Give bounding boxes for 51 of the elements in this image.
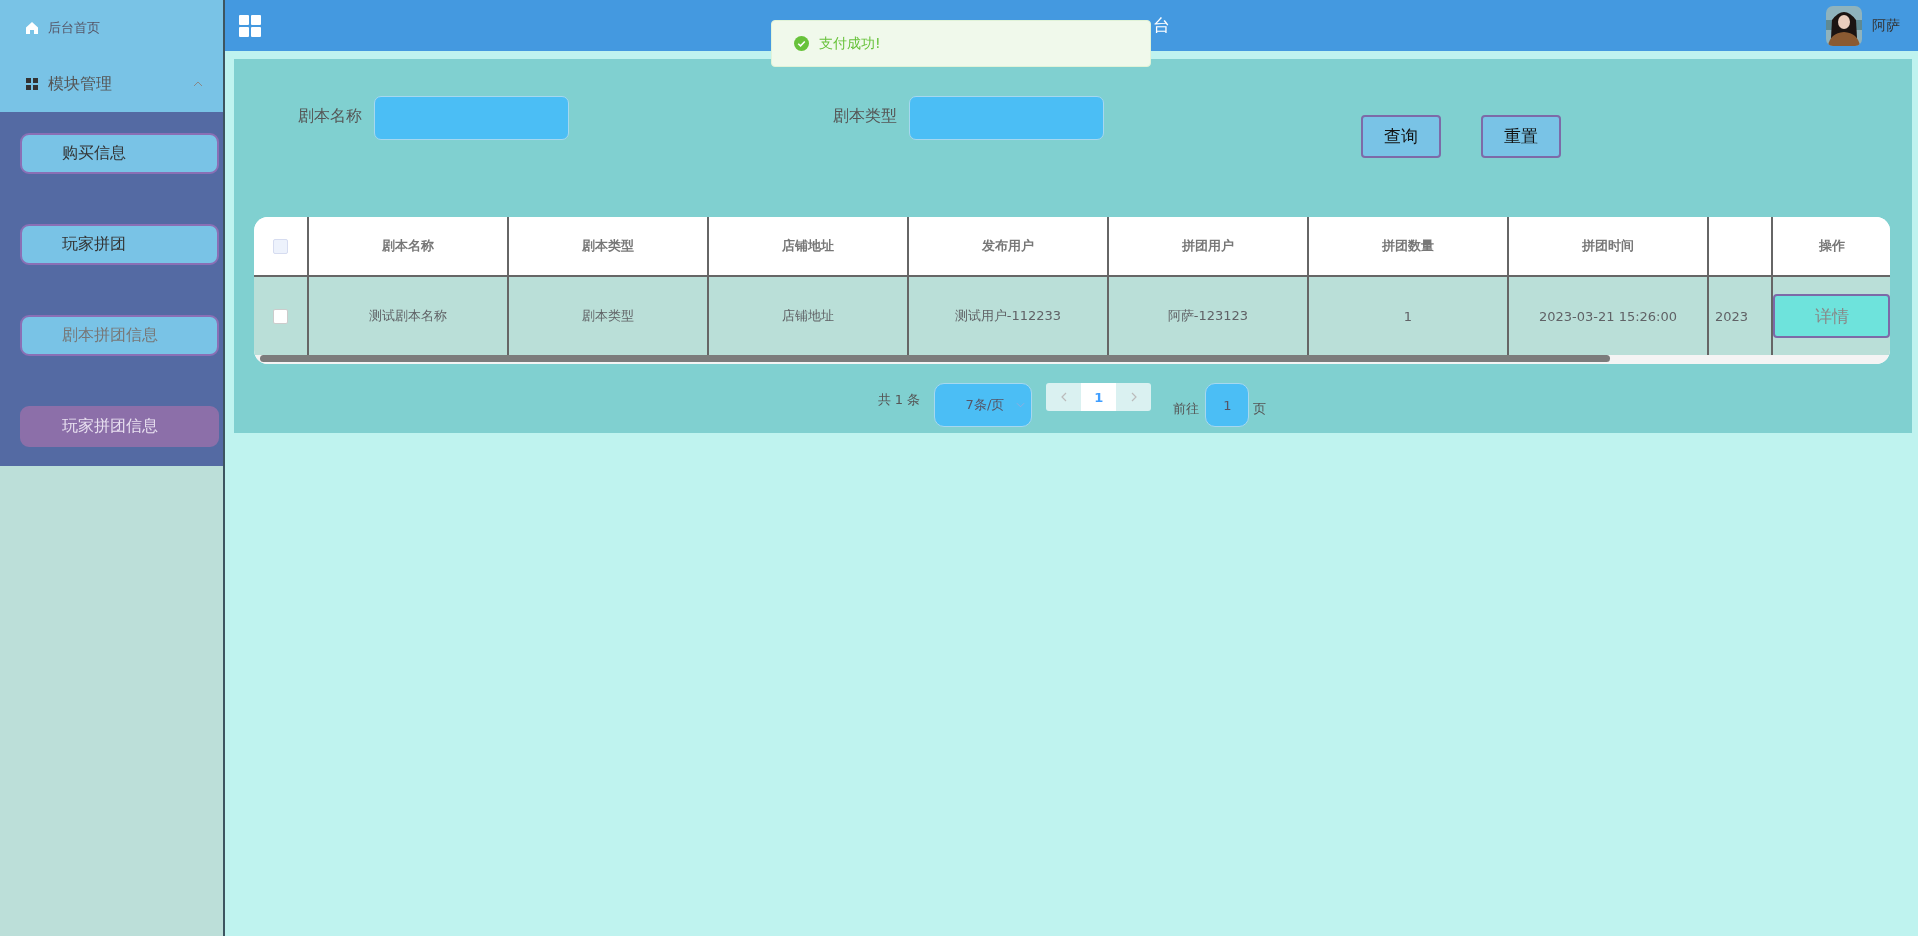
user-name[interactable]: 阿萨: [1872, 16, 1900, 35]
menu-item[interactable]: 购买信息: [20, 133, 219, 174]
table-cell: 店铺地址: [709, 277, 909, 355]
details-button[interactable]: 详情: [1773, 294, 1890, 338]
table-cell: 测试剧本名称: [309, 277, 509, 355]
field-label: 剧本类型: [833, 105, 897, 127]
menu-group-header[interactable]: 模块管理: [0, 56, 223, 112]
home-menu-item[interactable]: 后台首页: [0, 0, 223, 56]
field-label: 剧本名称: [298, 105, 362, 127]
toast-message: 支付成功!: [819, 34, 881, 53]
menu-item[interactable]: 剧本拼团信息: [20, 315, 219, 356]
goto-label: 前往: [1173, 400, 1200, 418]
menu-item[interactable]: 玩家拼团: [20, 224, 219, 265]
success-icon: [794, 36, 809, 51]
checkbox[interactable]: [273, 308, 288, 324]
menu-item[interactable]: 玩家拼团信息: [20, 406, 219, 447]
search-field[interactable]: [374, 96, 569, 140]
column-header[interactable]: 拼团数量: [1309, 217, 1509, 277]
checkbox[interactable]: [273, 238, 288, 254]
table-cell: 2023-03-21 15:26:00: [1509, 277, 1709, 355]
home-icon: [25, 21, 39, 35]
page-input[interactable]: 1: [1205, 383, 1250, 427]
table-cell: 阿萨-123123: [1109, 277, 1309, 355]
page-title: 台: [1153, 14, 1170, 37]
table-cell: 2023: [1715, 308, 1749, 324]
caret-icon: [193, 81, 203, 87]
previous-page-button[interactable]: [1046, 383, 1082, 411]
page-unit: 页: [1253, 400, 1267, 418]
search-button[interactable]: 重置: [1481, 115, 1561, 158]
search-button[interactable]: 查询: [1361, 115, 1441, 158]
search-field[interactable]: [909, 96, 1104, 140]
table-cell: 测试用户-112233: [909, 277, 1109, 355]
scrollbar-thumb[interactable]: [260, 355, 1610, 362]
column-header[interactable]: 剧本类型: [509, 217, 709, 277]
column-header[interactable]: 店铺地址: [709, 217, 909, 277]
total-count: 共 1 条: [877, 391, 921, 409]
grid-icon: [25, 77, 39, 91]
caret-icon: [1016, 402, 1026, 408]
column-header[interactable]: 拼团用户: [1109, 217, 1309, 277]
table-cell: 剧本类型: [509, 277, 709, 355]
column-header[interactable]: 拼团时间: [1509, 217, 1709, 277]
chevron-left-icon: [1060, 392, 1067, 402]
page-size-select[interactable]: 7条/页: [934, 383, 1033, 427]
page-number[interactable]: 1: [1081, 383, 1117, 411]
next-page-button[interactable]: [1116, 383, 1152, 411]
chevron-right-icon: [1130, 392, 1137, 402]
column-header: 操作: [1773, 217, 1890, 277]
table-cell: 1: [1309, 277, 1509, 355]
menu-icon[interactable]: [239, 14, 261, 37]
column-header[interactable]: 剧本名称: [309, 217, 509, 277]
column-header[interactable]: 发布用户: [909, 217, 1109, 277]
